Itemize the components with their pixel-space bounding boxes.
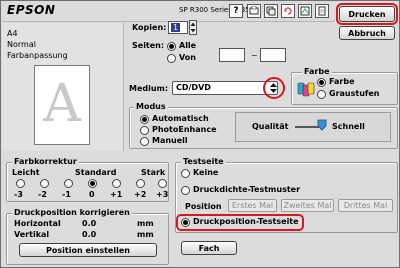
stack-icon[interactable] xyxy=(264,4,278,18)
quality-icon[interactable] xyxy=(298,4,312,18)
pages-label: Seiten: xyxy=(132,41,165,50)
medium-label: Medium: xyxy=(129,84,169,93)
correction-step-label: +2 xyxy=(134,190,147,199)
first-time-button[interactable]: Erstes Mal xyxy=(228,199,277,212)
copies-field[interactable]: 1 xyxy=(168,21,188,34)
paper-icon[interactable] xyxy=(315,4,329,18)
color-correction-standard-label: Standard xyxy=(75,168,117,177)
correction-radio-0[interactable] xyxy=(88,179,97,188)
test-density-label: Druckdichte-Testmuster xyxy=(193,185,301,194)
pages-all-radio[interactable] xyxy=(167,42,176,51)
color-correction-title: Farbkorrektur xyxy=(12,157,79,166)
mode-manual-radio[interactable] xyxy=(140,137,149,146)
test-position-label: Position xyxy=(185,202,222,211)
correction-radio-plus3[interactable] xyxy=(158,179,167,188)
page-preview: A xyxy=(34,65,90,145)
correction-radio-minus1[interactable] xyxy=(64,179,73,188)
quality-label: Qualität xyxy=(252,122,289,131)
mode-photoenhance-radio[interactable] xyxy=(140,126,149,135)
color-option-label: Farbe xyxy=(329,77,355,86)
tray-button[interactable]: Fach xyxy=(181,241,237,255)
printer-model: SP R300 Series 1.35G xyxy=(179,6,256,14)
color-correction-light-label: Leicht xyxy=(12,168,40,177)
test-position-page-radio[interactable] xyxy=(181,218,190,227)
mode-automatic-radio[interactable] xyxy=(140,115,149,124)
horizontal-value: 0.0 xyxy=(82,219,97,228)
test-density-radio[interactable] xyxy=(181,186,190,195)
test-page-title: Testseite xyxy=(181,157,226,166)
test-position-page-label: Druckposition-Testseite xyxy=(193,217,299,226)
vertical-label: Vertikal xyxy=(14,230,50,239)
brand-logo: EPSON xyxy=(7,3,56,17)
pages-to-field[interactable] xyxy=(260,48,286,62)
adjust-position-button[interactable]: Position einstellen xyxy=(19,243,157,257)
test-none-label: Keine xyxy=(193,168,219,177)
vertical-value: 0.0 xyxy=(82,230,97,239)
pages-all-label: Alle xyxy=(179,41,197,50)
third-time-button[interactable]: Drittes Mal xyxy=(338,199,393,212)
correction-step-label: 0 xyxy=(89,190,95,199)
horizontal-unit: mm xyxy=(137,219,154,228)
correction-step-label: -2 xyxy=(38,190,47,199)
correction-radio-plus1[interactable] xyxy=(112,179,121,188)
paper-size-text: A4 xyxy=(7,29,18,38)
correction-step-label: -1 xyxy=(62,190,71,199)
print-position-title: Druckposition korrigieren xyxy=(12,208,132,217)
preview-letter: A xyxy=(43,74,81,134)
correction-step-label: +3 xyxy=(156,190,169,199)
quality-slider-thumb[interactable] xyxy=(317,119,327,134)
grayscale-option-label: Graustufen xyxy=(329,89,380,98)
print-dialog-window: EPSON SP R300 Series 1.35G ? Drucken Abb… xyxy=(0,0,400,268)
color-panel-title: Farbe xyxy=(302,67,332,76)
mode-automatic-label: Automatisch xyxy=(152,114,209,123)
refresh-icon[interactable] xyxy=(281,4,295,18)
chevron-updown-icon[interactable] xyxy=(269,82,278,97)
mode-panel-title: Modus xyxy=(134,102,168,111)
printer-info-icon[interactable] xyxy=(247,4,261,18)
mode-manual-label: Manuell xyxy=(152,136,188,145)
pages-range-dash: ~ xyxy=(251,51,258,60)
color-correction-strong-label: Stark xyxy=(141,168,166,177)
copies-stepper[interactable] xyxy=(189,20,197,35)
paper-type-text: Normal xyxy=(7,40,36,49)
correction-step-label: -3 xyxy=(14,190,23,199)
pages-from-field[interactable] xyxy=(219,48,245,62)
mode-photoenhance-label: PhotoEnhance xyxy=(152,125,217,134)
second-time-button[interactable]: Zweites Mal xyxy=(281,199,334,212)
cancel-button[interactable]: Abbruch xyxy=(339,26,395,40)
color-radio[interactable] xyxy=(317,78,326,87)
test-none-radio[interactable] xyxy=(181,169,190,178)
correction-radio-minus3[interactable] xyxy=(16,179,25,188)
speed-label: Schnell xyxy=(332,122,365,131)
correction-radio-plus2[interactable] xyxy=(136,179,145,188)
print-button[interactable]: Drucken xyxy=(339,6,395,22)
copies-label: Kopien: xyxy=(132,23,167,32)
medium-value: CD/DVD xyxy=(176,83,211,92)
color-mode-text: Farbanpassung xyxy=(7,51,68,60)
horizontal-label: Horizontal xyxy=(14,219,61,228)
copies-value: 1 xyxy=(171,23,181,32)
help-icon[interactable]: ? xyxy=(229,4,243,18)
pages-from-radio[interactable] xyxy=(167,54,176,63)
ink-bottles-icon xyxy=(297,80,315,101)
vertical-unit: mm xyxy=(137,230,154,239)
correction-radio-minus2[interactable] xyxy=(40,179,49,188)
pages-from-label: Von xyxy=(179,53,196,62)
correction-step-label: +1 xyxy=(110,190,123,199)
grayscale-radio[interactable] xyxy=(317,90,326,99)
